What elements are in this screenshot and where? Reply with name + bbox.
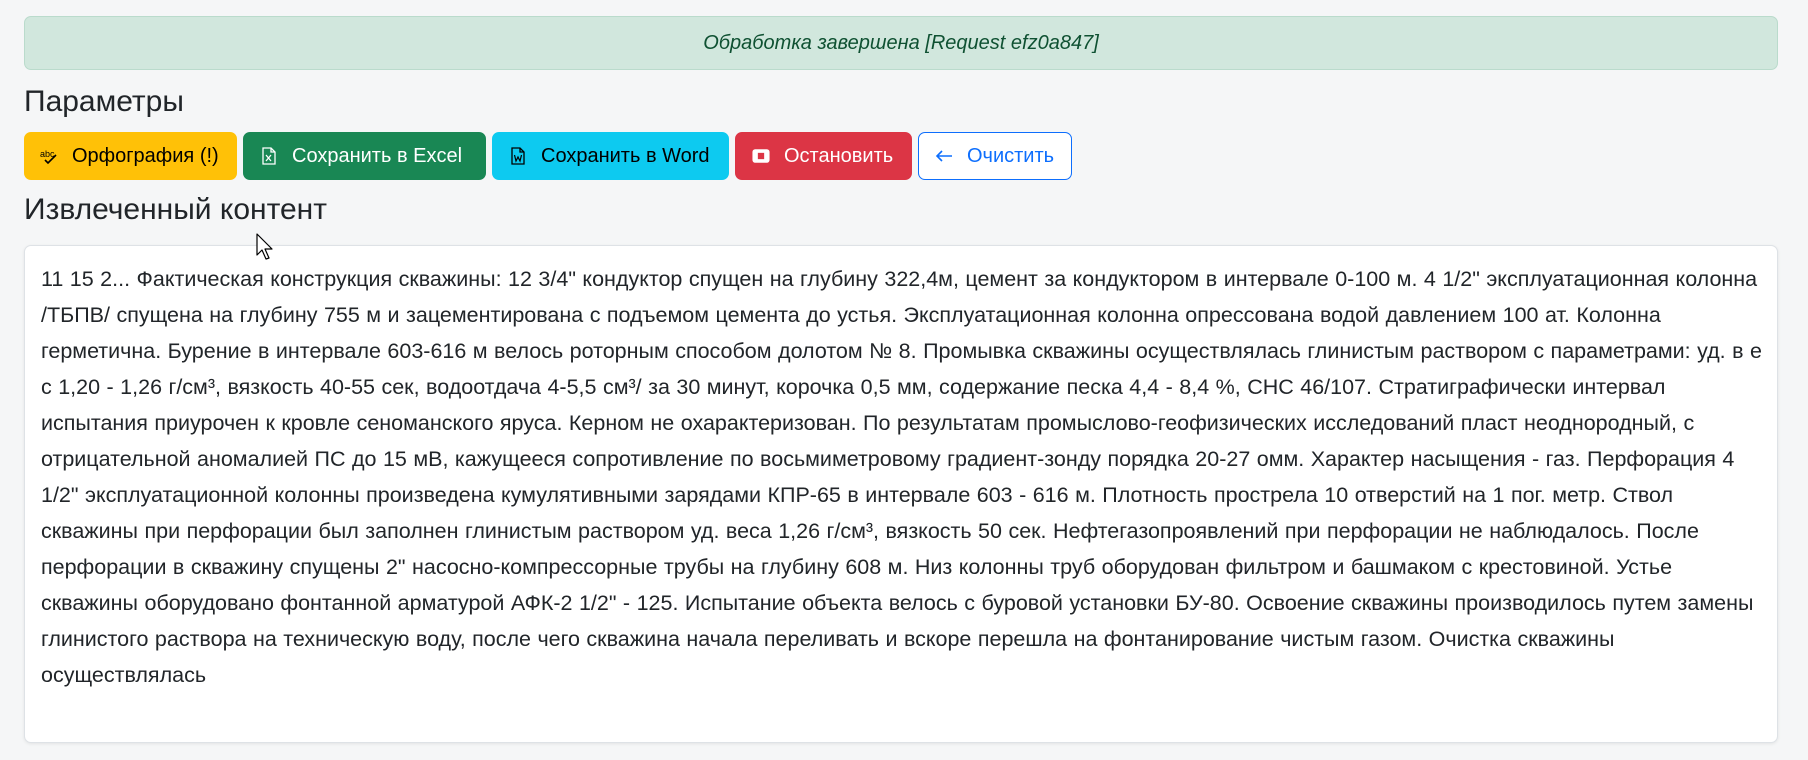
mouse-cursor-icon	[256, 233, 273, 260]
extracted-content-box[interactable]: 11 15 2... Фактическая конструкция скваж…	[24, 245, 1778, 743]
status-alert-text: Обработка завершена [Request efz0a847]	[703, 31, 1099, 54]
toolbar: abc Орфография (!) Сохранить в Excel Сох…	[24, 132, 1072, 180]
stop-button[interactable]: Остановить	[735, 132, 912, 180]
params-heading: Параметры	[24, 85, 184, 118]
stop-icon	[752, 147, 770, 165]
file-word-icon	[509, 147, 527, 165]
spellcheck-icon: abc	[40, 147, 58, 165]
page: Обработка завершена [Request efz0a847] П…	[0, 0, 1808, 760]
stop-label: Остановить	[784, 144, 894, 167]
clear-label: Очистить	[967, 144, 1055, 167]
spellcheck-label: Орфография (!)	[72, 144, 219, 167]
clear-button[interactable]: Очистить	[918, 132, 1072, 180]
extracted-content-text: 11 15 2... Фактическая конструкция скваж…	[41, 267, 1762, 687]
content-heading: Извлеченный контент	[24, 193, 327, 226]
save-excel-label: Сохранить в Excel	[292, 144, 463, 167]
save-excel-button[interactable]: Сохранить в Excel	[243, 132, 486, 180]
status-alert: Обработка завершена [Request efz0a847]	[24, 16, 1778, 70]
save-word-button[interactable]: Сохранить в Word	[492, 132, 729, 180]
file-excel-icon	[260, 147, 278, 165]
save-word-label: Сохранить в Word	[541, 144, 710, 167]
spellcheck-button[interactable]: abc Орфография (!)	[24, 132, 237, 180]
arrow-left-icon	[935, 147, 953, 165]
